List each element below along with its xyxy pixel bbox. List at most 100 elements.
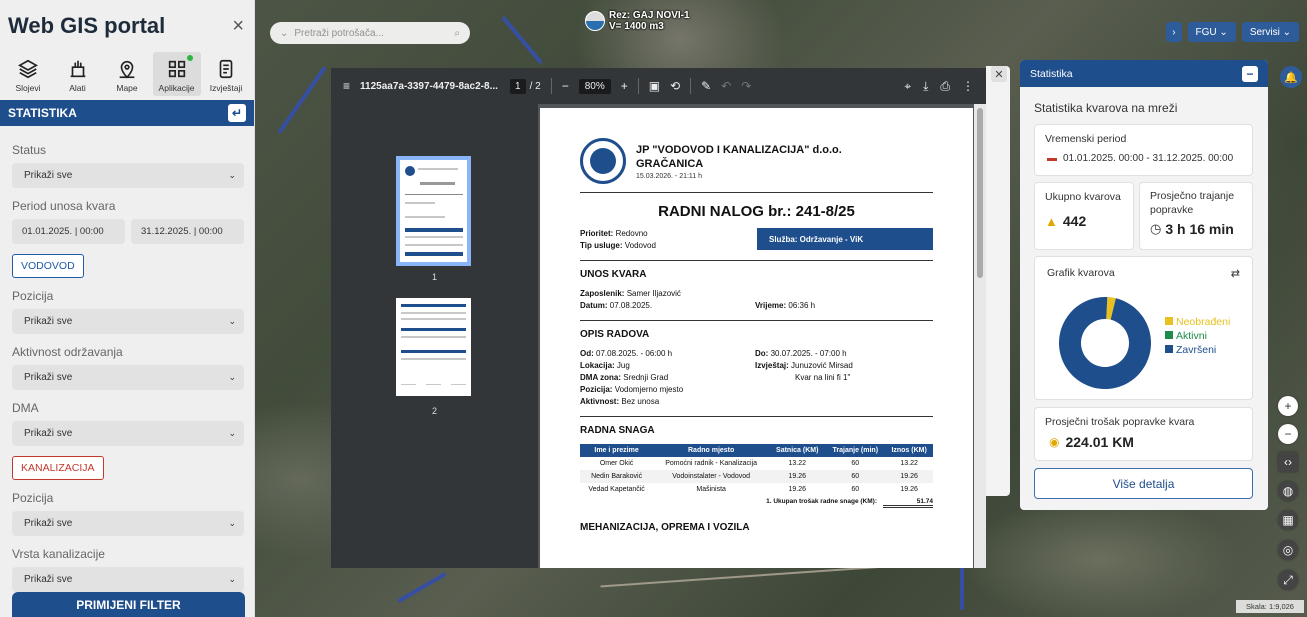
fault-donut-chart (1059, 297, 1151, 389)
nav-alati[interactable]: Alati (54, 52, 102, 96)
apply-filter-button[interactable]: PRIMIJENI FILTER (12, 592, 245, 617)
pozicija2-select[interactable]: Prikaži sve ⌄ (12, 511, 244, 536)
redo-icon[interactable]: ↷ (741, 79, 751, 93)
page-total: / 2 (529, 80, 541, 92)
chevron-right-icon: › (1172, 26, 1176, 38)
undo-icon[interactable]: ↶ (721, 79, 731, 93)
reservoir-icon (585, 11, 605, 31)
zoom-in-button[interactable]: + (1278, 396, 1298, 416)
zoom-out-icon[interactable]: − (562, 79, 569, 93)
menu-icon[interactable]: ≡ (343, 79, 350, 93)
download-icon[interactable]: ⤓ (923, 79, 928, 94)
zoom-level[interactable]: 80% (578, 78, 611, 94)
chevron-down-icon[interactable]: ⌄ (280, 28, 288, 39)
layers-icon (18, 59, 38, 79)
search-input[interactable]: Pretraži potrošača... (294, 28, 454, 39)
date-from-input[interactable]: 01.01.2025. | 00:00 (12, 219, 125, 244)
legend-item: Završeni (1165, 343, 1230, 357)
kanalizacija-tag[interactable]: KANALIZACIJA (12, 456, 104, 480)
donut-slice-završeni[interactable] (1059, 297, 1151, 389)
collapse-panel-button[interactable]: ‹› (1278, 452, 1298, 472)
chevron-down-icon: ⌄ (228, 518, 236, 528)
sidebar: Web GIS portal × Slojevi Alati Mape Apli… (0, 0, 255, 617)
legend-swatch-1 (1165, 331, 1173, 339)
dma-select[interactable]: Prikaži sve ⌄ (12, 421, 244, 446)
vodovod-tag[interactable]: VODOVOD (12, 254, 84, 278)
locate-icon[interactable]: ◎ (1278, 540, 1298, 560)
close-icon[interactable]: ✕ (991, 66, 1007, 82)
pdf-toolbar: ≡ 1125aa7a-3397-4479-8ac2-8... 1 / 2 − 8… (331, 68, 986, 104)
pozicija2-label: Pozicija (12, 491, 54, 505)
document-title: RADNI NALOG br.: 241-8/25 (658, 203, 855, 220)
pozicija-select[interactable]: Prikaži sve ⌄ (12, 309, 244, 334)
legend-swatch-2 (1165, 345, 1173, 353)
servisi-dropdown[interactable]: Servisi ⌄ (1241, 22, 1299, 42)
page-thumbnail-2[interactable] (396, 298, 471, 396)
rotate-icon[interactable]: ⟲ (670, 79, 680, 93)
fgu-dropdown[interactable]: FGU ⌄ (1187, 22, 1236, 42)
fullscreen-icon[interactable]: ⤢ (1278, 570, 1298, 590)
pdf-scrollbar[interactable] (974, 104, 986, 568)
clock-icon: ◷ (1150, 221, 1162, 236)
legend-swatch-0 (1165, 317, 1173, 325)
pozicija-label: Pozicija (12, 289, 54, 303)
tools-icon (70, 60, 85, 78)
consumer-search[interactable]: ⌄ Pretraži potrošača... ⌕ (270, 22, 470, 44)
pdf-page: JP "VODOVOD I KANALIZACIJA" d.o.o. GRAČA… (540, 108, 973, 568)
vrsta-select[interactable]: Prikaži sve ⌄ (12, 567, 244, 592)
table-row: Nedin Baraković Vodoinstalater - Vodovod 1… (580, 470, 933, 483)
grid-icon[interactable]: ▦ (1278, 510, 1298, 530)
more-details-button[interactable]: Više detalja (1034, 468, 1253, 499)
dma-label: DMA (12, 401, 39, 415)
page-thumbnail-1[interactable] (396, 156, 471, 266)
map-scale: Skala: 1:9,026 (1236, 600, 1304, 613)
service-box: Služba: Održavanje - ViK (757, 228, 933, 250)
chart-legend: Neobrađeni Aktivni Završeni (1165, 315, 1230, 357)
aktivnost-select[interactable]: Prikaži sve ⌄ (12, 365, 244, 390)
nav-slojevi[interactable]: Slojevi (4, 52, 52, 96)
coin-icon: ◉ (1049, 435, 1060, 449)
chevron-down-icon: ⌄ (228, 574, 236, 584)
globe-icon[interactable]: ◍ (1278, 481, 1298, 501)
zoom-in-icon[interactable]: + (621, 79, 628, 93)
period-label: Period unosa kvara (12, 199, 116, 213)
date-to-input[interactable]: 31.12.2025. | 00:00 (131, 219, 244, 244)
thumbnail-2-number: 2 (431, 406, 437, 416)
warning-icon: ▲ (1045, 213, 1058, 229)
print-icon[interactable]: ⎙ (940, 79, 950, 94)
avg-cost-card: Prosječni trošak popravke kvara ◉ 224.01… (1034, 407, 1253, 461)
print-date: 15.03.2026. - 21:11 h (636, 172, 703, 180)
back-button[interactable]: ↵ (228, 104, 246, 122)
page-input[interactable]: 1 (510, 78, 526, 94)
minimize-button[interactable]: − (1242, 65, 1258, 82)
close-icon[interactable]: × (232, 15, 244, 38)
vrsta-label: Vrsta kanalizacije (12, 547, 105, 561)
panel-title: Statistika (1030, 67, 1073, 80)
zoom-out-button[interactable]: − (1278, 424, 1298, 444)
status-select[interactable]: Prikaži sve ⌄ (12, 163, 244, 188)
map-pin-icon (119, 60, 135, 79)
annotate-icon[interactable]: ✎ (701, 79, 711, 93)
section-unos: UNOS KVARA (580, 269, 647, 280)
notification-bell-icon[interactable]: 🔔 (1280, 66, 1302, 88)
thumbnail-sidebar: 1 2 (331, 104, 538, 568)
expand-button[interactable]: › (1166, 22, 1182, 42)
labor-total: 1. Ukupan trošak radne snage (KM): 51.74 (580, 498, 933, 508)
search-icon[interactable]: ⌕ (454, 28, 460, 39)
return-icon: ↵ (231, 106, 243, 120)
top-right-menu: › FGU ⌄ Servisi ⌄ (1166, 22, 1299, 42)
nav-aplikacije[interactable]: Aplikacije (152, 52, 201, 96)
nav-mape[interactable]: Mape (103, 52, 151, 96)
section-header: STATISTIKA ↵ (0, 100, 254, 126)
reservoir-volume: V= 1400 m3 (609, 21, 664, 32)
swap-icon[interactable]: ⇄ (1231, 267, 1240, 280)
active-indicator (186, 55, 193, 61)
table-row: Vedad Kapetančić Mašinista 19.26 60 19.26 (588, 486, 918, 493)
company-name: JP "VODOVOD I KANALIZACIJA" d.o.o. (636, 143, 842, 156)
fit-page-icon[interactable]: ▣ (649, 79, 660, 93)
chevron-down-icon: ⌄ (228, 428, 236, 438)
more-options-icon[interactable]: ⋮ (962, 79, 974, 94)
app-title: Web GIS portal (8, 13, 166, 38)
highlight-icon[interactable]: ⌖ (904, 79, 911, 94)
nav-izvjestaji[interactable]: Izvještaji (202, 52, 250, 96)
